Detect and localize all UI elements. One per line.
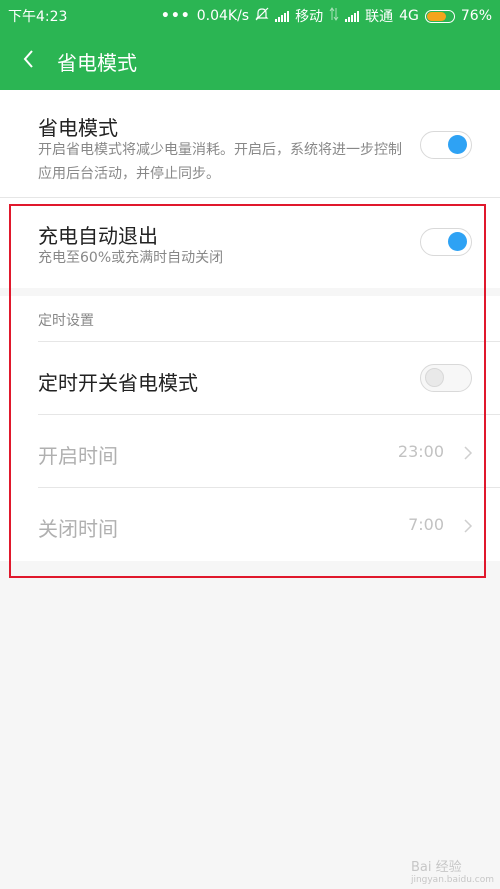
power-saving-title: 省电模式 [38,116,118,140]
battery-icon [424,9,455,23]
toolbar: 省电模式 [0,30,500,90]
start-time-row[interactable]: 开启时间 23:00 [0,415,500,488]
signal-icon-2 [345,10,360,22]
auto-exit-description: 充电至60%或充满时自动关闭 [38,250,224,266]
status-bar: 下午4:23 ••• 0.04K/s 移动 联通 4G 76% [0,0,500,30]
switch-knob [448,135,467,154]
auto-exit-title: 充电自动退出 [38,224,158,248]
switch-knob [425,368,444,387]
schedule-section-label: 定时设置 [38,313,94,329]
notification-dots: ••• [160,8,191,24]
status-right: ••• 0.04K/s 移动 联通 4G 76% [161,6,492,26]
status-time: 下午4:23 [8,9,68,25]
carrier-2: 联通 [365,9,394,25]
watermark-sub: jingyan.baidu.com [410,875,494,885]
auto-exit-switch[interactable] [420,228,472,256]
schedule-switch[interactable] [420,364,472,392]
start-time-label: 开启时间 [38,444,118,468]
end-time-label: 关闭时间 [38,517,118,541]
end-time-row[interactable]: 关闭时间 7:00 [0,488,500,561]
battery-percent: 76% [460,8,492,24]
power-saving-row[interactable]: 省电模式 开启省电模式将减少电量消耗。开启后，系统将进一步控制应用后台活动，并停… [0,90,500,198]
schedule-toggle-title: 定时开关省电模式 [38,371,198,395]
battery-fill [426,11,446,21]
watermark-text: Bai 经验 [410,860,462,875]
start-time-value: 23:00 [397,442,444,461]
back-arrow-icon[interactable] [14,44,44,74]
network-type: 4G [399,8,419,24]
switch-knob [448,232,467,251]
signal-icon-1 [275,10,290,22]
carrier-1: 移动 [295,9,324,25]
network-speed: 0.04K/s [196,8,250,24]
page-title: 省电模式 [57,51,137,75]
chevron-right-icon [462,445,474,460]
chevron-right-icon [462,518,474,533]
schedule-section-header: 定时设置 [0,296,500,342]
power-saving-switch[interactable] [420,131,472,159]
schedule-toggle-row[interactable]: 定时开关省电模式 [0,342,500,415]
watermark: Bai 经验 jingyan.baidu.com [411,856,494,885]
power-saving-description: 开启省电模式将减少电量消耗。开启后，系统将进一步控制应用后台活动，并停止同步。 [38,142,402,182]
auto-exit-row[interactable]: 充电自动退出 充电至60%或充满时自动关闭 [0,198,500,288]
data-transfer-icon [329,7,339,25]
mute-bell-icon [255,7,269,25]
end-time-value: 7:00 [408,515,444,534]
